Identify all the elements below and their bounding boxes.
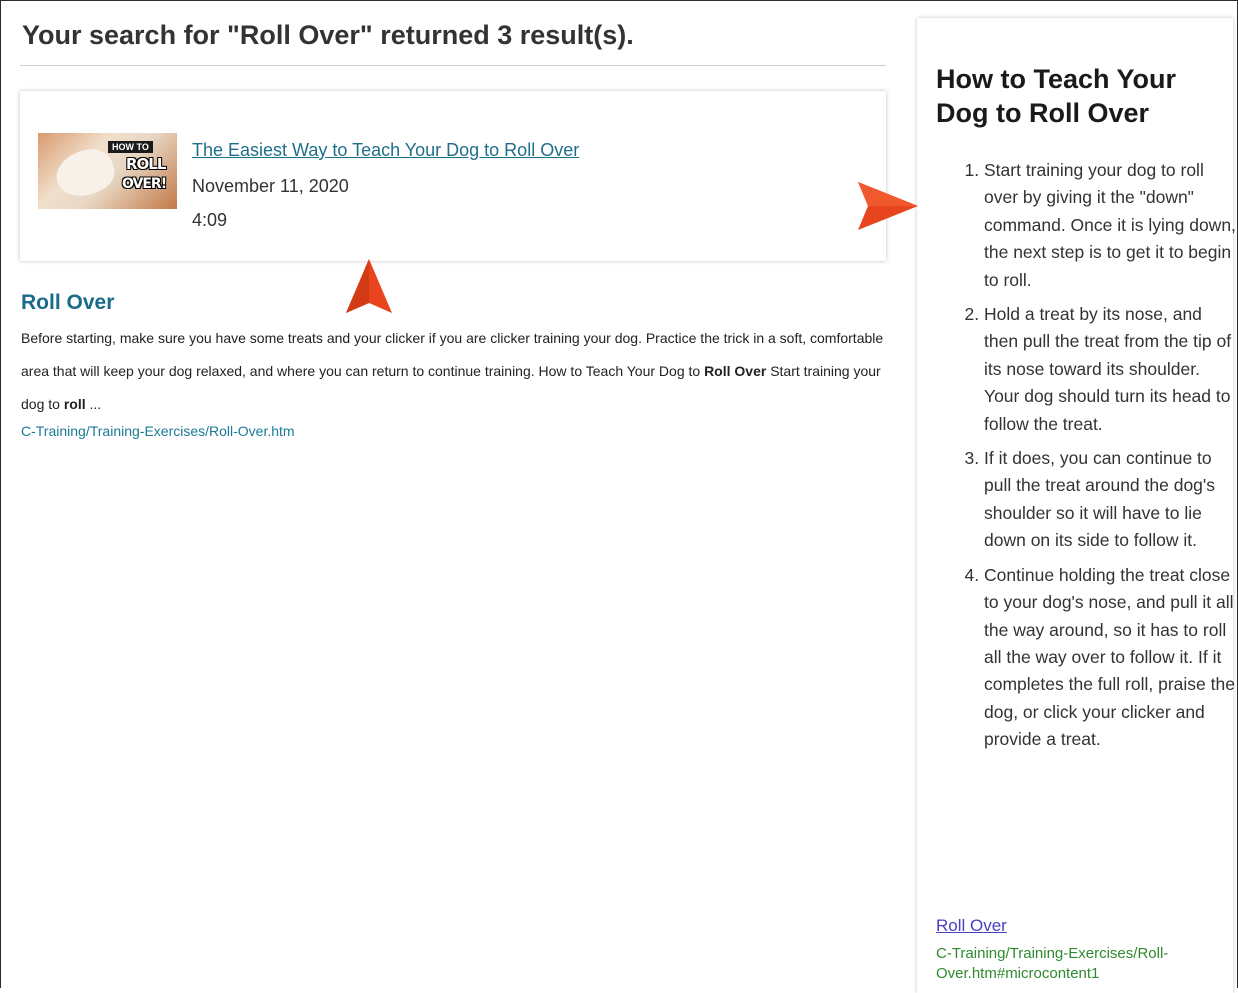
step-item: Start training your dog to roll over by … <box>984 157 1238 294</box>
snippet-text-3: ... <box>85 396 102 412</box>
microcontent-panel: How to Teach Your Dog to Roll Over Start… <box>917 18 1236 993</box>
topic-result-url[interactable]: C-Training/Training-Exercises/Roll-Over.… <box>21 423 295 439</box>
video-result-card: HOW TO ROLL OVER! The Easiest Way to Tea… <box>20 91 886 261</box>
panel-topic-link[interactable]: Roll Over <box>936 916 1007 936</box>
video-duration: 4:09 <box>192 210 228 230</box>
snippet-highlight-1: Roll Over <box>704 363 767 379</box>
panel-title: How to Teach Your Dog to Roll Over <box>936 64 1177 128</box>
thumbnail-text-top: HOW TO <box>108 141 153 153</box>
video-date: November 11, 2020 <box>192 176 349 196</box>
arrow-right-icon <box>858 182 918 230</box>
heading-divider <box>20 65 886 66</box>
step-item: If it does, you can continue to pull the… <box>984 445 1238 555</box>
topic-result-snippet: Before starting, make sure you have some… <box>21 322 887 421</box>
thumbnail-text-bottom: OVER! <box>122 176 167 192</box>
topic-result-title[interactable]: Roll Over <box>21 291 114 315</box>
video-title-link[interactable]: The Easiest Way to Teach Your Dog to Rol… <box>192 140 579 161</box>
steps-list: Start training your dog to roll over by … <box>962 157 1238 761</box>
thumbnail-text-mid: ROLL <box>126 155 166 173</box>
step-item: Continue holding the treat close to your… <box>984 562 1238 754</box>
panel-topic-url[interactable]: C-Training/Training-Exercises/Roll-Over.… <box>936 944 1221 984</box>
search-results-heading: Your search for "Roll Over" returned 3 r… <box>22 20 634 50</box>
step-item: Hold a treat by its nose, and then pull … <box>984 301 1238 438</box>
video-thumbnail[interactable]: HOW TO ROLL OVER! <box>38 133 177 209</box>
snippet-highlight-2: roll <box>63 396 86 412</box>
arrow-up-icon <box>346 259 392 313</box>
